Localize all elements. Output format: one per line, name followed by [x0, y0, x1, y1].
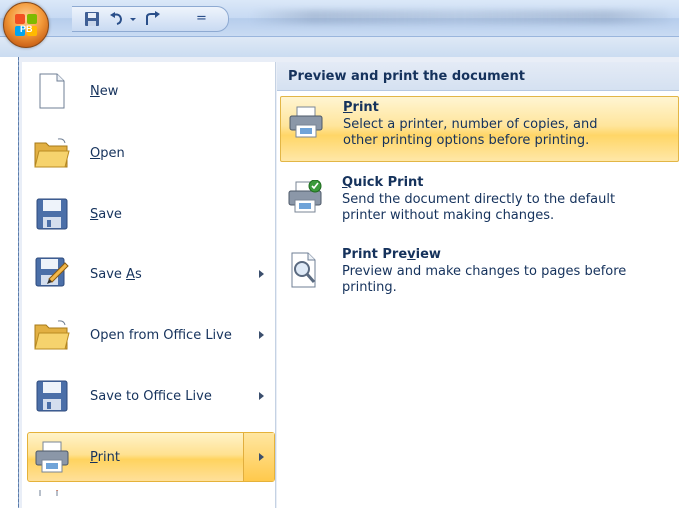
window-title-blurred [250, 10, 670, 24]
menu-item-open[interactable]: Open [28, 129, 274, 177]
undo-dropdown-icon[interactable] [128, 11, 138, 27]
customize-qat-button[interactable]: = [196, 11, 210, 27]
submenu-arrow-icon [259, 453, 264, 461]
open-folder-icon [30, 133, 74, 173]
quick-print-icon [288, 179, 322, 214]
save-icon[interactable] [84, 11, 102, 27]
menu-item-save-to-office-live[interactable]: Save to Office Live [28, 372, 274, 420]
print-preview-icon [288, 252, 320, 288]
title-bar: = PB [0, 0, 679, 48]
ribbon-strip [0, 37, 679, 57]
document-edit-icon [30, 490, 74, 510]
save-disk-icon [30, 194, 74, 234]
menu-item-new[interactable]: New [28, 67, 274, 115]
office-menu-right-pane: Preview and print the document Print Sel… [277, 62, 679, 508]
undo-icon[interactable] [108, 11, 126, 27]
menu-item-print[interactable]: Print [27, 432, 275, 482]
submenu-item-quick-print[interactable]: Quick Print Send the document directly t… [280, 172, 679, 236]
submenu-arrow-icon [259, 392, 264, 400]
submenu-arrow-icon [259, 331, 264, 339]
submenu-item-title: Quick Print [342, 175, 424, 190]
submenu-header: Preview and print the document [277, 62, 679, 91]
save-as-icon [30, 254, 74, 294]
submenu-item-title: Print Preview [342, 247, 441, 262]
open-folder-icon [30, 315, 74, 355]
office-logo-icon: PB [14, 13, 38, 41]
submenu-item-title: Print [343, 100, 379, 115]
office-button[interactable]: PB [3, 2, 49, 48]
printer-icon [30, 437, 74, 477]
quick-access-toolbar: = [72, 6, 229, 32]
menu-item-label: New [90, 83, 119, 99]
submenu-item-description: Send the document directly to the defaul… [342, 192, 616, 223]
submenu-arrow-icon [259, 270, 264, 278]
submenu-item-print[interactable]: Print Select a printer, number of copies… [280, 96, 679, 162]
menu-item-save-as[interactable]: Save As [28, 250, 274, 298]
menu-item-open-from-office-live[interactable]: Open from Office Live [28, 311, 274, 359]
redo-icon[interactable] [144, 11, 162, 27]
office-menu-left-pane: New Open Save Save As Open from Office L… [22, 62, 276, 508]
submenu-item-description: Select a printer, number of copies, and … [343, 117, 598, 148]
new-document-icon [30, 71, 74, 111]
menu-item-save[interactable]: Save [28, 190, 274, 238]
menu-item-partial[interactable] [28, 490, 274, 510]
save-disk-icon [30, 376, 74, 416]
submenu-item-description: Preview and make changes to pages before… [342, 264, 627, 295]
submenu-item-print-preview[interactable]: Print Preview Preview and make changes t… [280, 244, 679, 308]
svg-text:PB: PB [20, 24, 33, 34]
mnemonic-letter: N [90, 83, 100, 99]
printer-icon [289, 105, 323, 139]
